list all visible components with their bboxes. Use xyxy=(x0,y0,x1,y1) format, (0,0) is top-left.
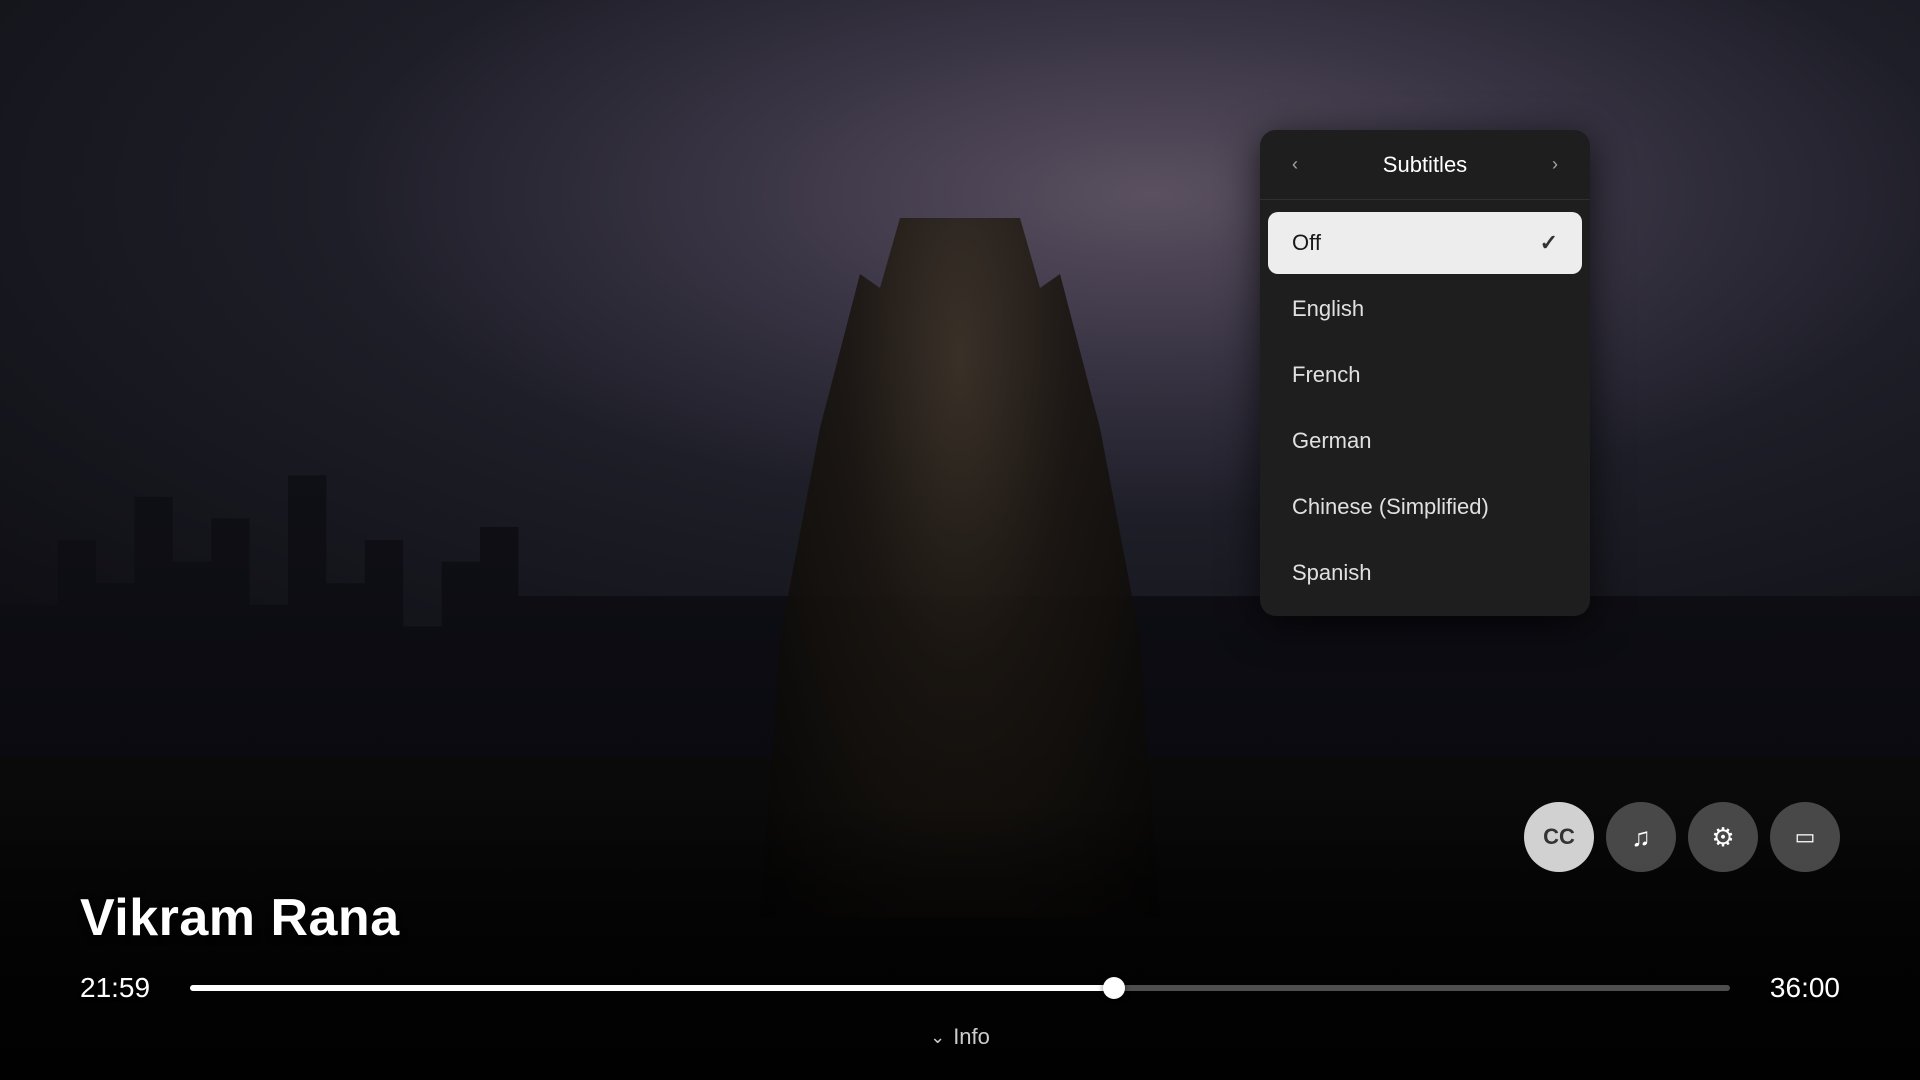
subtitle-item-label: German xyxy=(1292,428,1371,454)
subtitle-item-label: Off xyxy=(1292,230,1321,256)
cc-icon: CC xyxy=(1543,824,1575,850)
chevron-down-icon: ⌄ xyxy=(930,1027,945,1048)
subtitle-item-label: English xyxy=(1292,296,1364,322)
progress-fill xyxy=(190,985,1114,991)
info-label: Info xyxy=(953,1024,990,1050)
pip-icon: ▭ xyxy=(1795,824,1816,850)
pip-button[interactable]: ▭ xyxy=(1770,802,1840,872)
subtitle-item-spanish[interactable]: Spanish xyxy=(1268,542,1582,604)
subtitle-item-english[interactable]: English xyxy=(1268,278,1582,340)
subtitle-item-french[interactable]: French xyxy=(1268,344,1582,406)
panel-nav-prev[interactable]: ‹ xyxy=(1284,150,1306,179)
subtitle-item-label: French xyxy=(1292,362,1360,388)
panel-title: Subtitles xyxy=(1306,152,1544,178)
playback-icons-row: CC ♫ ⚙ ▭ xyxy=(80,802,1840,872)
checkmark-icon: ✓ xyxy=(1540,230,1558,256)
progress-row: 21:59 36:00 xyxy=(80,972,1840,1004)
controls-bar: CC ♫ ⚙ ▭ Vikram Rana 21:59 36:00 ⌄ Info xyxy=(0,802,1920,1080)
current-time: 21:59 xyxy=(80,972,170,1004)
audio-button[interactable]: ♫ xyxy=(1606,802,1676,872)
total-time: 36:00 xyxy=(1750,972,1840,1004)
panel-nav-next[interactable]: › xyxy=(1544,150,1566,179)
music-note-icon: ♫ xyxy=(1631,822,1651,853)
subtitle-item-off[interactable]: Off ✓ xyxy=(1268,212,1582,274)
subtitles-panel: ‹ Subtitles › Off ✓ English French Germa… xyxy=(1260,130,1590,616)
subtitle-item-chinese-simplified[interactable]: Chinese (Simplified) xyxy=(1268,476,1582,538)
subtitle-item-label: Spanish xyxy=(1292,560,1372,586)
settings-button[interactable]: ⚙ xyxy=(1688,802,1758,872)
subtitles-button[interactable]: CC xyxy=(1524,802,1594,872)
subtitle-item-label: Chinese (Simplified) xyxy=(1292,494,1489,520)
movie-title: Vikram Rana xyxy=(80,888,1840,948)
progress-track[interactable] xyxy=(190,985,1730,991)
subtitle-list: Off ✓ English French German Chinese (Sim… xyxy=(1260,200,1590,616)
settings-icon: ⚙ xyxy=(1711,822,1734,853)
progress-thumb[interactable] xyxy=(1103,977,1125,999)
subtitle-item-german[interactable]: German xyxy=(1268,410,1582,472)
panel-header: ‹ Subtitles › xyxy=(1260,130,1590,200)
info-row[interactable]: ⌄ Info xyxy=(80,1024,1840,1050)
